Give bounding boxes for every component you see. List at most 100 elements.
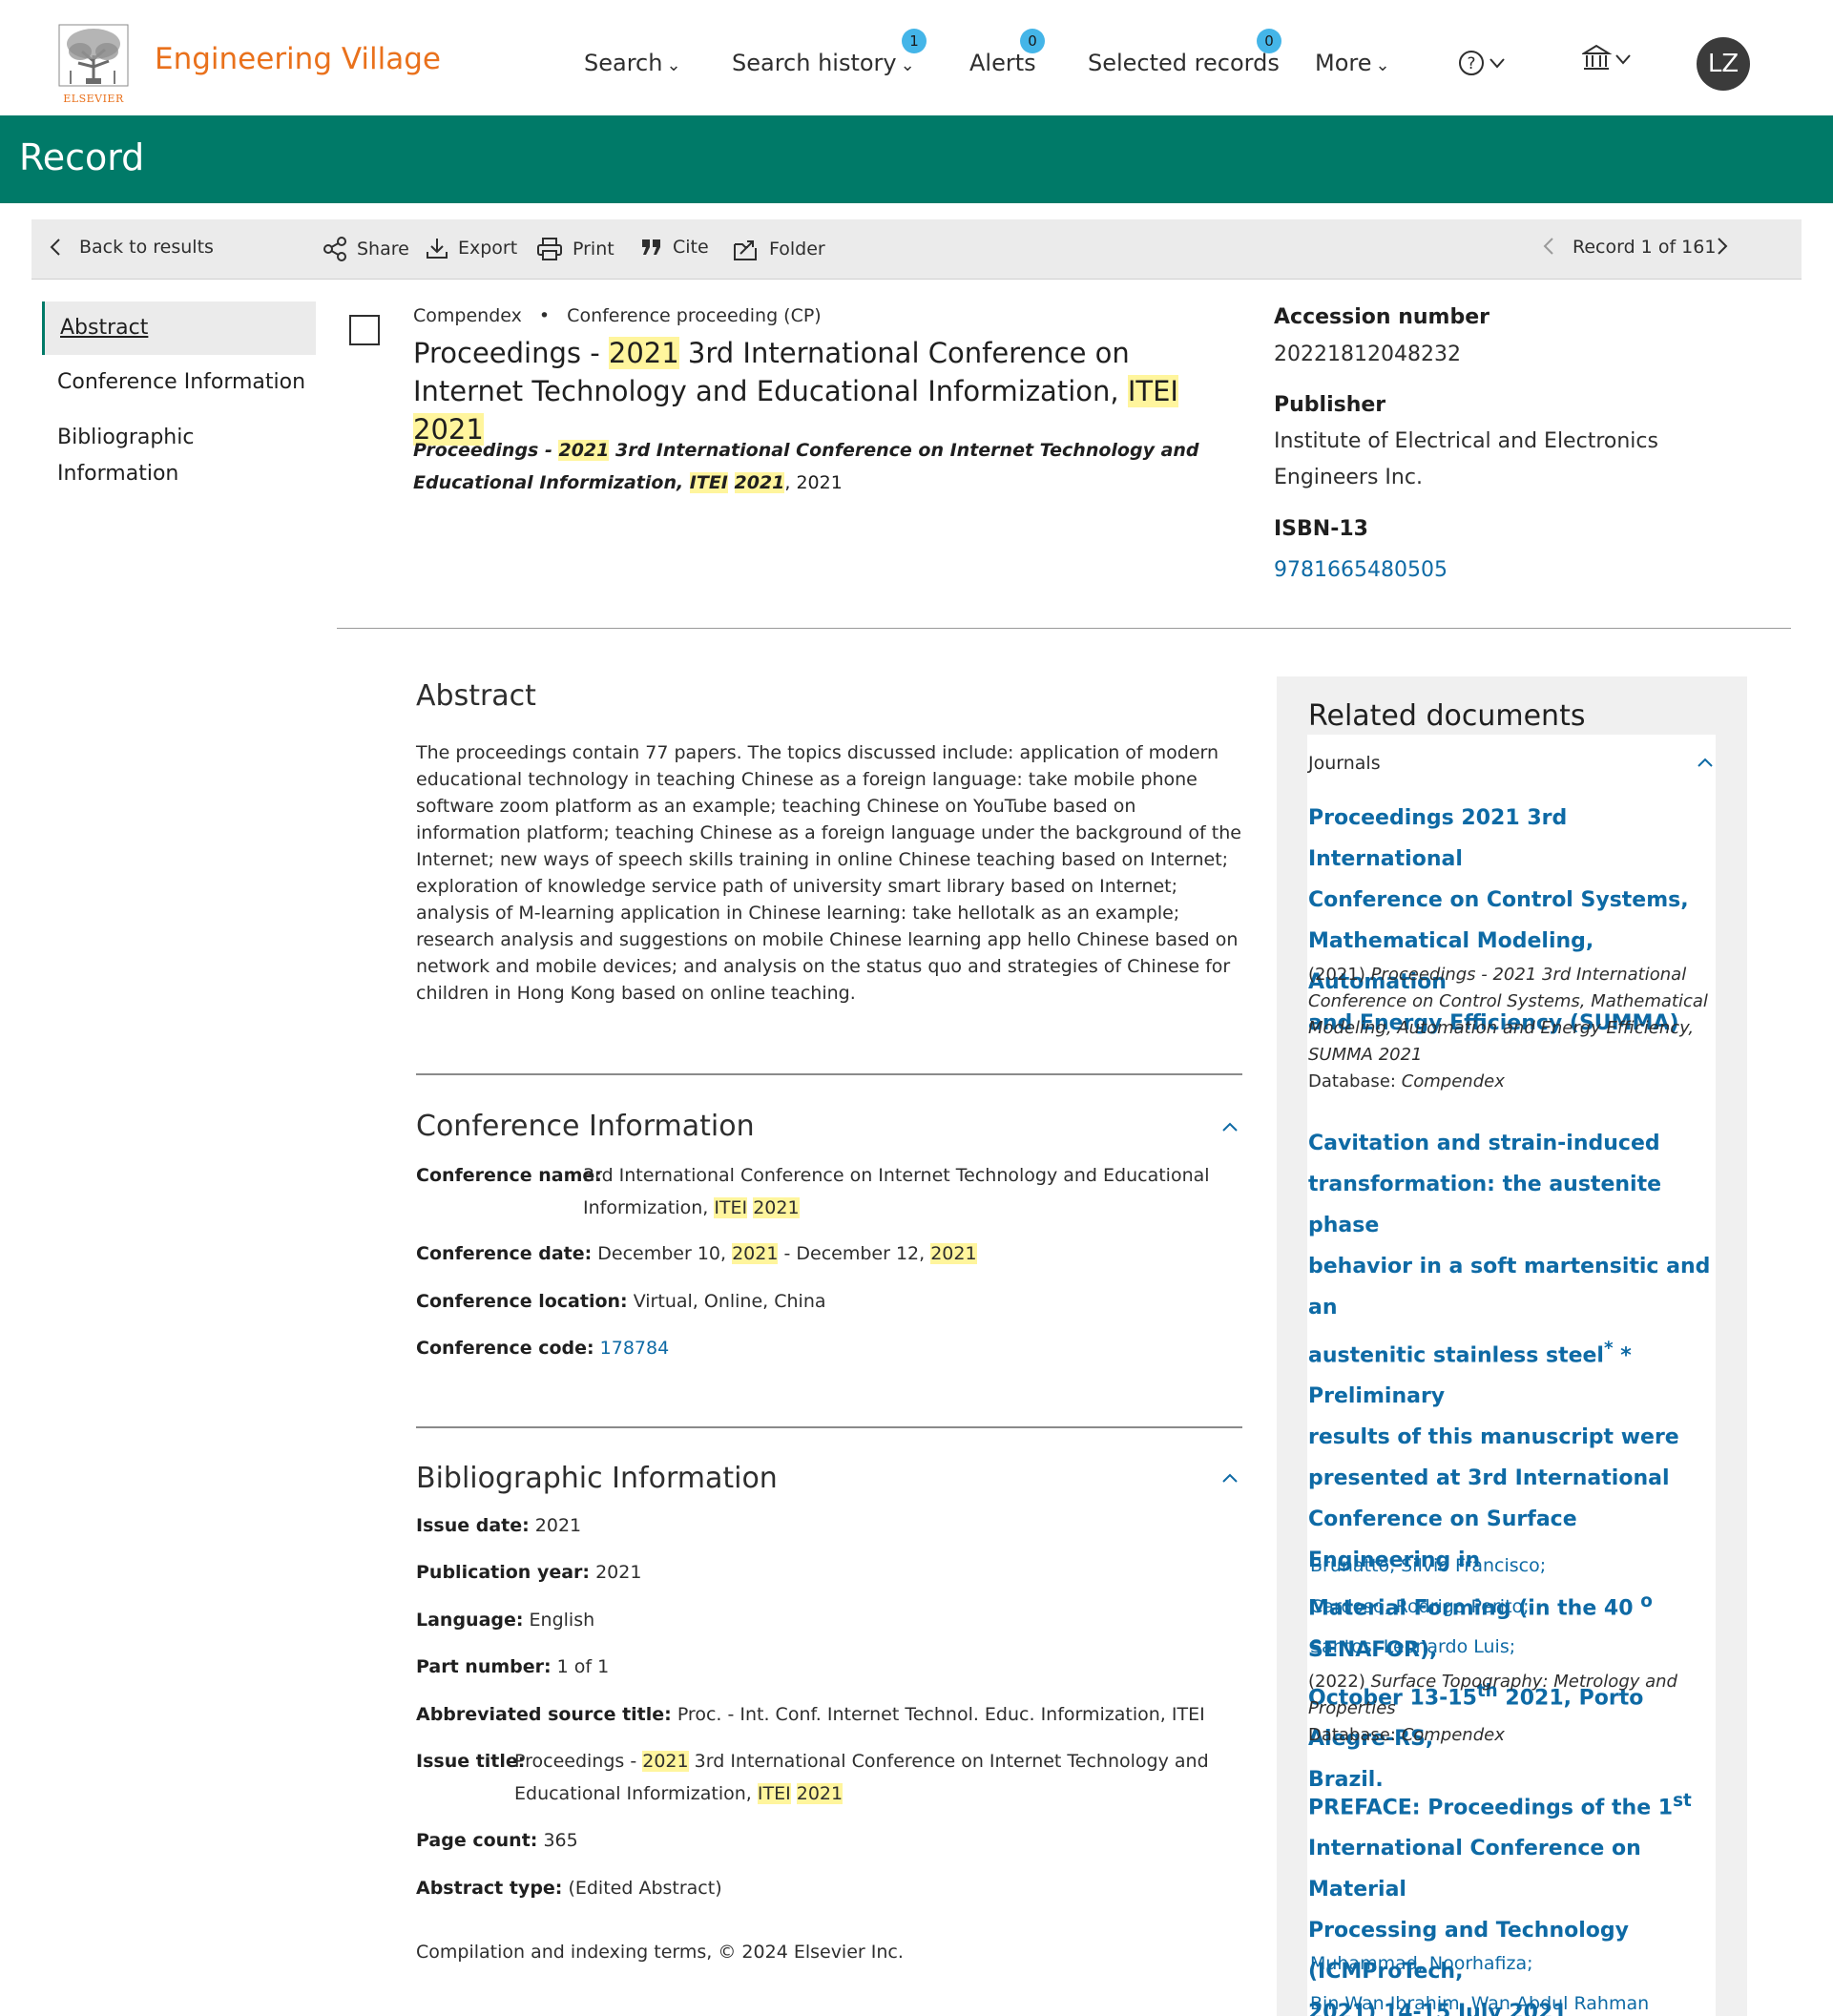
collapse-bibliographic-button[interactable]	[1221, 1465, 1239, 1488]
field-label: Publication year:	[416, 1562, 591, 1583]
nav-more-label: More	[1315, 50, 1372, 76]
cite-button[interactable]: Cite	[640, 237, 709, 258]
nav-search-history[interactable]: Search history ⌄	[732, 50, 915, 76]
chevron-right-icon	[1718, 238, 1728, 255]
elsevier-logo[interactable]: ELSEVIER	[57, 23, 130, 105]
elsevier-tree-icon	[58, 24, 129, 87]
field-value-part: Educational Informization,	[514, 1783, 758, 1804]
print-icon	[537, 238, 562, 260]
superscript: o	[1640, 1591, 1653, 1612]
share-button[interactable]: Share	[323, 237, 409, 261]
institution-menu[interactable]	[1580, 42, 1635, 80]
brand-name[interactable]: Engineering Village	[155, 42, 441, 76]
field-label: Language:	[416, 1610, 524, 1631]
related-doc-3-author-2[interactable]: Bin Wan Ibrahim, Wan Abdul Rahman	[1310, 1993, 1649, 2014]
conference-code-link[interactable]: 178784	[600, 1338, 670, 1359]
chevron-up-icon	[1222, 1473, 1238, 1483]
field-value: Virtual, Online, China	[633, 1291, 826, 1312]
chevron-up-icon	[1698, 758, 1713, 767]
share-label: Share	[357, 239, 409, 260]
accession-number-label: Accession number	[1274, 305, 1489, 329]
conference-name-label: Conference name:	[416, 1159, 602, 1192]
header-divider	[337, 628, 1791, 629]
nav-alerts[interactable]: Alerts	[969, 50, 1036, 76]
isbn-link[interactable]: 9781665480505	[1274, 552, 1448, 589]
related-doc-1-database: Database: Compendex	[1308, 1069, 1714, 1095]
field-value: 1 of 1	[556, 1656, 610, 1677]
related-doc-3-link[interactable]: PREFACE: Proceedings of the 1st Internat…	[1308, 1780, 1718, 2016]
database-value: Compendex	[1401, 1725, 1505, 1745]
field-value-line: 3rd International Conference on Internet…	[583, 1165, 1210, 1186]
sidenav-conference-information[interactable]: Conference Information	[42, 364, 316, 401]
page-title: Record	[19, 136, 145, 178]
issue-title-label: Issue title:	[416, 1745, 525, 1777]
field-value-part: Informization,	[583, 1197, 715, 1218]
abbreviated-source-title: Abbreviated source title: Proc. - Int. C…	[416, 1698, 1205, 1731]
collapse-journals-button[interactable]	[1697, 753, 1714, 773]
value-highlight: 2021	[732, 1243, 779, 1264]
collapse-conference-button[interactable]	[1221, 1114, 1239, 1137]
source-highlight: ITEI	[689, 472, 728, 493]
previous-record-button[interactable]	[1542, 237, 1555, 256]
back-to-results-label: Back to results	[79, 237, 214, 258]
field-value: 2021	[595, 1562, 642, 1583]
chevron-down-icon: ⌄	[900, 55, 915, 75]
user-avatar[interactable]: LZ	[1697, 37, 1750, 91]
chevron-left-icon	[1543, 238, 1553, 255]
field-label: Conference date:	[416, 1243, 593, 1264]
source-highlight: 2021	[558, 440, 610, 461]
publisher-value: Institute of Electrical and Electronics …	[1274, 424, 1658, 496]
issue-title-value: Proceedings - 2021 3rd International Con…	[514, 1745, 1249, 1810]
abstract-type: Abstract type: (Edited Abstract)	[416, 1872, 722, 1904]
print-label: Print	[573, 239, 614, 260]
field-label: Conference location:	[416, 1291, 628, 1312]
related-doc-2-author-2[interactable]: Cardoso, Rodrigo Perito;	[1310, 1596, 1530, 1617]
nav-selected-records[interactable]: Selected records	[1088, 50, 1280, 76]
related-doc-2-source: (2022) Surface Topography: Metrology and…	[1308, 1669, 1714, 1722]
related-documents-heading: Related documents	[1308, 699, 1586, 733]
source-year: , 2021	[784, 472, 843, 493]
accession-number-value: 20221812048232	[1274, 343, 1461, 366]
sidenav-bibliographic-information[interactable]: Bibliographic Information	[42, 420, 316, 492]
field-label: Issue date:	[416, 1515, 530, 1536]
value-highlight: 2021	[753, 1197, 800, 1218]
section-divider	[416, 1073, 1242, 1075]
related-title-line: transformation: the austenite phase	[1308, 1173, 1662, 1237]
next-record-button[interactable]	[1716, 237, 1729, 256]
folder-button[interactable]: Folder	[733, 237, 825, 261]
nav-search-history-label: Search history	[732, 50, 897, 76]
related-doc-3-author-1[interactable]: Muhammad, Noorhafiza;	[1310, 1953, 1533, 1974]
database-label: Database:	[1308, 1071, 1402, 1091]
field-value: English	[529, 1610, 595, 1631]
related-title-line: presented at 3rd International	[1308, 1466, 1670, 1491]
back-to-results-button[interactable]: Back to results	[49, 237, 214, 258]
publisher-line-1: Institute of Electrical and Electronics	[1274, 429, 1658, 453]
conference-date: Conference date: December 10, 2021 - Dec…	[416, 1237, 977, 1270]
print-button[interactable]: Print	[536, 237, 614, 261]
nav-more[interactable]: More ⌄	[1315, 50, 1390, 76]
document-type: Conference proceeding (CP)	[567, 305, 822, 326]
sidenav-abstract[interactable]: Abstract	[42, 301, 316, 355]
nav-search[interactable]: Search ⌄	[584, 50, 681, 76]
export-button[interactable]: Export	[426, 237, 517, 260]
field-value-part: Proceedings -	[514, 1751, 643, 1772]
related-category: Journals	[1308, 753, 1381, 774]
issue-date: Issue date: 2021	[416, 1509, 581, 1542]
related-doc-2-author-1[interactable]: Brunatto, Silvio Francisco;	[1310, 1555, 1546, 1576]
isbn-label: ISBN-13	[1274, 517, 1368, 541]
title-highlight: ITEI	[1127, 375, 1178, 407]
record-doctype-line: Compendex • Conference proceeding (CP)	[413, 305, 822, 326]
related-title-line: results of this manuscript were	[1308, 1425, 1679, 1450]
title-part: Proceedings -	[413, 337, 609, 369]
chevron-down-icon: ⌄	[1375, 55, 1390, 75]
abstract-text: The proceedings contain 77 papers. The t…	[416, 742, 1241, 1004]
related-title-part: PREFACE: Proceedings of the 1	[1308, 1796, 1674, 1820]
related-doc-2-author-3[interactable]: Santos, Leonardo Luis;	[1310, 1636, 1515, 1657]
top-navigation-bar: ELSEVIER Engineering Village Search ⌄ Sea…	[0, 0, 1833, 115]
help-menu[interactable]: ?	[1458, 48, 1511, 82]
conference-code: Conference code: 178784	[416, 1332, 669, 1364]
field-value-part: - December 12,	[778, 1243, 931, 1264]
select-record-checkbox[interactable]	[349, 315, 380, 345]
related-year: (2022)	[1308, 1672, 1371, 1692]
database-value: Compendex	[1401, 1071, 1505, 1091]
